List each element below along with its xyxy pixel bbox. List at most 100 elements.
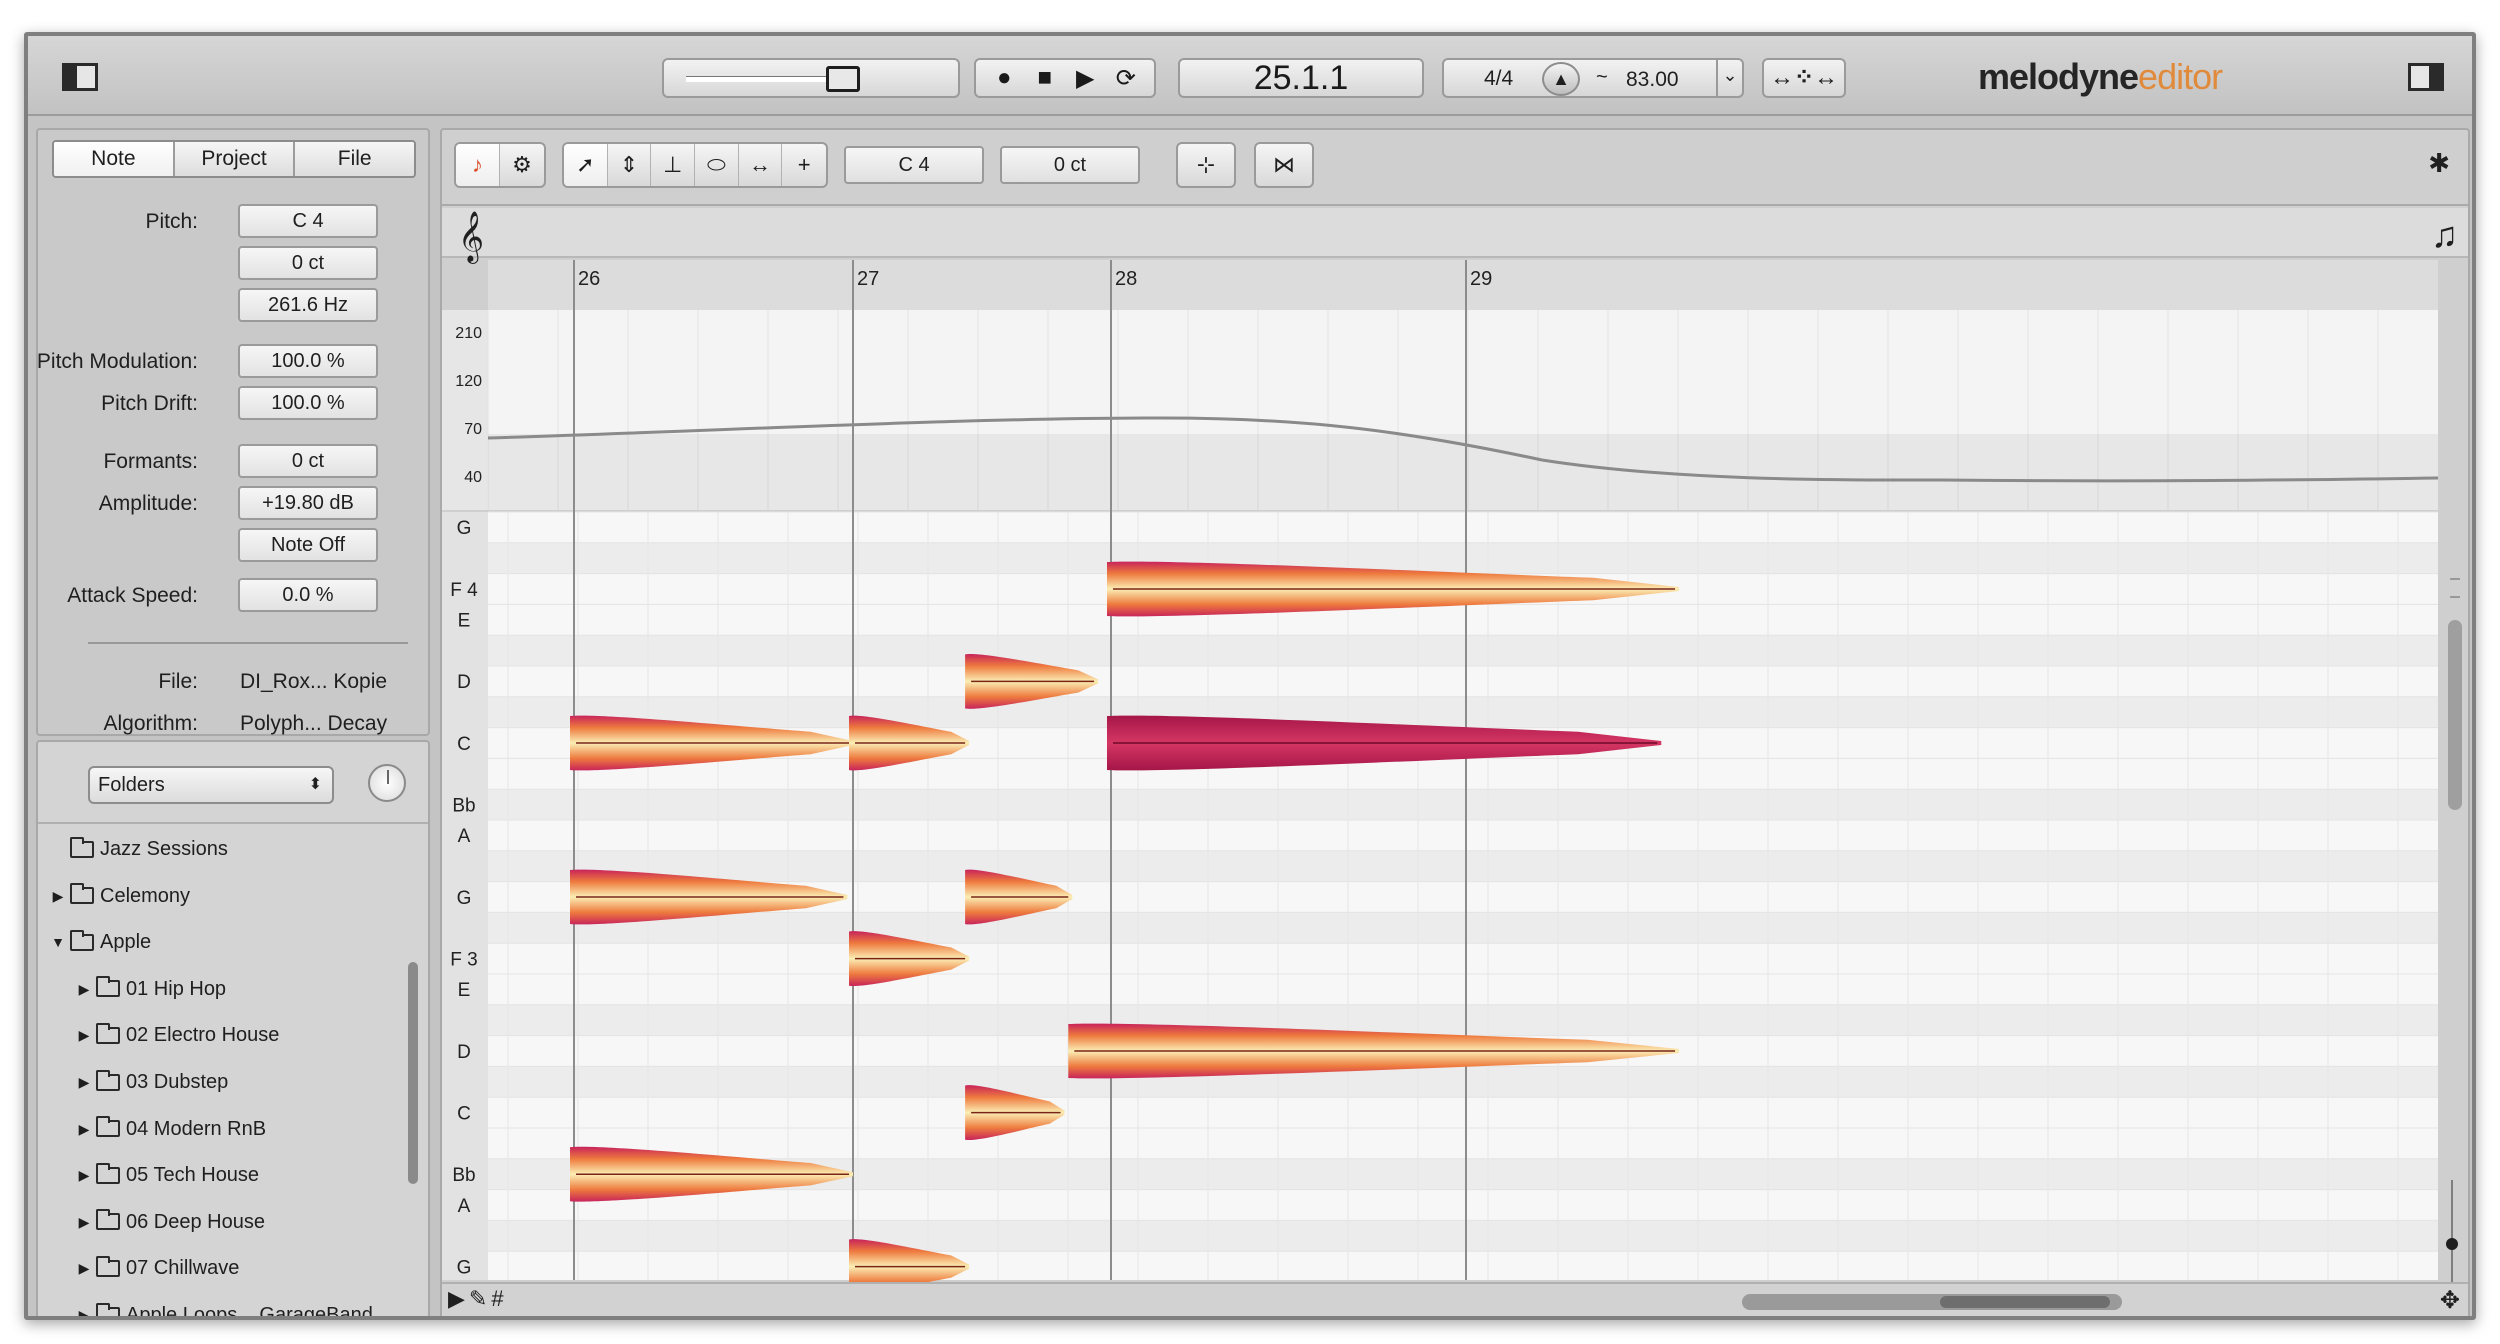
pitch-drift-field[interactable]: 100.0 % <box>238 386 378 420</box>
tempo-display[interactable]: 4/4 ▲ ~ 83.00 ⌄ <box>1442 58 1744 98</box>
treble-clef-icon[interactable]: 𝄞 <box>458 212 484 262</box>
tree-item[interactable]: ▶ Apple Loops... GarageBand <box>76 1298 373 1316</box>
fit-view-icon[interactable]: ✥ <box>2440 1286 2460 1315</box>
brand-logo: melodyneeditor <box>1978 56 2223 98</box>
volume-knob[interactable] <box>368 764 406 802</box>
time-signature[interactable]: 4/4 <box>1484 67 1513 91</box>
tree-item[interactable]: Jazz Sessions <box>50 832 228 866</box>
tree-item-label: 02 Electro House <box>126 1024 280 1047</box>
pitch-grid-icon[interactable]: ⊹ <box>1178 144 1234 186</box>
tree-item[interactable]: ▶ Celemony <box>50 879 190 913</box>
pitch-note-field[interactable]: C 4 <box>238 204 378 238</box>
pitch-field[interactable]: C 4 <box>844 146 984 184</box>
tree-item[interactable]: ▶ 07 Chillwave <box>76 1251 239 1285</box>
disclosure-closed-icon[interactable]: ▶ <box>76 1112 92 1146</box>
tree-item[interactable]: ▶ 05 Tech House <box>76 1158 259 1192</box>
stop-icon[interactable]: ■ <box>1028 63 1062 93</box>
tempo-axis-label: 120 <box>455 373 482 390</box>
tree-item[interactable]: ▼ Apple <box>50 925 151 959</box>
play-icon[interactable]: ▶ <box>1068 63 1102 93</box>
pitch-label: G <box>457 888 472 909</box>
folders-select[interactable]: Folders ⬍ <box>88 766 334 804</box>
pitch-scrollbar[interactable] <box>2448 620 2462 810</box>
pitch-row-shade <box>488 542 2438 574</box>
loop-icon[interactable]: ⟳ <box>1109 63 1143 93</box>
disclosure-closed-icon[interactable]: ▶ <box>76 972 92 1006</box>
horizontal-scroll-thumb[interactable] <box>1940 1296 2110 1308</box>
pitch-label: F 4 <box>450 580 478 601</box>
tree-item[interactable]: ▶ 01 Hip Hop <box>76 972 226 1006</box>
pitch-row-shade <box>488 635 2438 666</box>
disclosure-closed-icon[interactable]: ▶ <box>50 879 66 913</box>
note-canvas[interactable]: 210 120 70 40 G F 4 E D C Bb A G F 3 E D C Bb A G 26 27 28 29 <box>442 130 2472 1320</box>
inspector-tabs: Note Project File <box>52 140 416 178</box>
tree-item[interactable]: ▶ 03 Dubstep <box>76 1065 228 1099</box>
right-panel-toggle-icon[interactable] <box>2408 63 2444 91</box>
amplitude-field[interactable]: +19.80 dB <box>238 486 378 520</box>
pitch-label: F 3 <box>450 949 477 970</box>
tempo-tilde: ~ <box>1596 66 1608 88</box>
zoom-knob[interactable] <box>2446 1238 2458 1250</box>
tab-project[interactable]: Project <box>174 142 296 176</box>
disclosure-closed-icon[interactable]: ▶ <box>76 1018 92 1052</box>
pitch-label: C <box>457 1103 471 1124</box>
pointer-tool-icon[interactable]: ➚ <box>564 144 608 186</box>
pitch-tool-icon[interactable]: ⇕ <box>608 144 652 186</box>
record-icon[interactable]: ● <box>987 63 1021 93</box>
tree-item-label: 01 Hip Hop <box>126 977 227 1000</box>
pitch-label: D <box>457 672 471 693</box>
tree-item-label: Celemony <box>100 884 191 907</box>
amplitude-label: Amplitude: <box>98 492 198 515</box>
tab-file[interactable]: File <box>295 142 414 176</box>
disclosure-closed-icon[interactable]: ▶ <box>76 1065 92 1099</box>
pitch-modulation-field[interactable]: 100.0 % <box>238 344 378 378</box>
tab-note[interactable]: Note <box>54 142 175 176</box>
note-mode-icon[interactable]: ♪ <box>456 144 500 186</box>
attack-speed-field[interactable]: 0.0 % <box>238 578 378 612</box>
disclosure-open-icon[interactable]: ▼ <box>50 925 66 959</box>
formants-field[interactable]: 0 ct <box>238 444 378 478</box>
folders-select-value: Folders <box>98 774 165 796</box>
algorithm-label: Algorithm: <box>103 712 198 735</box>
formant-tool-icon[interactable]: ⊥ <box>651 144 696 186</box>
bar-number: 26 <box>578 268 600 290</box>
disclosure-closed-icon[interactable]: ▶ <box>76 1298 92 1316</box>
horizontal-scrollbar[interactable] <box>1742 1294 2122 1310</box>
file-value: DI_Rox... Kopie <box>240 670 388 693</box>
time-grid-icon[interactable]: ⋈ <box>1256 144 1312 186</box>
left-panel-toggle-icon[interactable] <box>62 63 98 91</box>
tempo-dropdown-icon[interactable]: ⌄ <box>1716 60 1742 96</box>
cents-field[interactable]: 0 ct <box>1000 146 1140 184</box>
wrench-icon[interactable]: ⚙ <box>500 144 544 186</box>
position-display[interactable]: 25.1.1 <box>1178 58 1424 98</box>
pitch-row-shade <box>488 1066 2438 1098</box>
settings-gear-icon[interactable]: ✱ <box>2428 148 2450 179</box>
time-grid-tools: ⋈ <box>1254 142 1314 188</box>
pitch-scroll-grip[interactable] <box>2450 578 2460 598</box>
time-tool-icon[interactable]: ↔ <box>739 144 783 186</box>
disclosure-closed-icon[interactable]: ▶ <box>76 1205 92 1239</box>
tree-item[interactable]: ▶ 06 Deep House <box>76 1205 265 1239</box>
metronome-icon[interactable]: ▲ <box>1542 62 1580 96</box>
amplitude-tool-icon[interactable]: ⬭ <box>695 144 739 186</box>
bottom-tools-icon[interactable]: ▶✎# <box>448 1286 508 1312</box>
bar-ruler[interactable]: 𝄞 ♫ <box>442 208 2468 261</box>
tree-item[interactable]: ▶ 04 Modern RnB <box>76 1112 266 1146</box>
note-off-button[interactable]: Note Off <box>238 528 378 562</box>
scrub-thumb[interactable] <box>826 66 860 92</box>
scrub-slider[interactable] <box>662 58 960 98</box>
tree-item[interactable]: ▶ 02 Electro House <box>76 1018 279 1052</box>
note-icon[interactable]: ♫ <box>2431 214 2458 256</box>
browser-scrollbar[interactable] <box>408 962 418 1184</box>
disclosure-closed-icon[interactable]: ▶ <box>76 1158 92 1192</box>
pitch-hz-field[interactable]: 261.6 Hz <box>238 288 378 322</box>
pitch-cents-field[interactable]: 0 ct <box>238 246 378 280</box>
tree-item-label: 03 Dubstep <box>126 1071 229 1093</box>
folder-icon <box>96 1116 120 1138</box>
tree-item-label: 07 Chillwave <box>126 1257 240 1280</box>
separation-tool-icon[interactable]: + <box>782 144 826 186</box>
tempo-detect-icon[interactable]: ↔⁘↔ <box>1762 58 1846 98</box>
disclosure-closed-icon[interactable]: ▶ <box>76 1251 92 1285</box>
tempo-value[interactable]: 83.00 <box>1626 68 1679 92</box>
editor-bottom-bar: ▶✎# ✥ <box>442 1282 2468 1316</box>
